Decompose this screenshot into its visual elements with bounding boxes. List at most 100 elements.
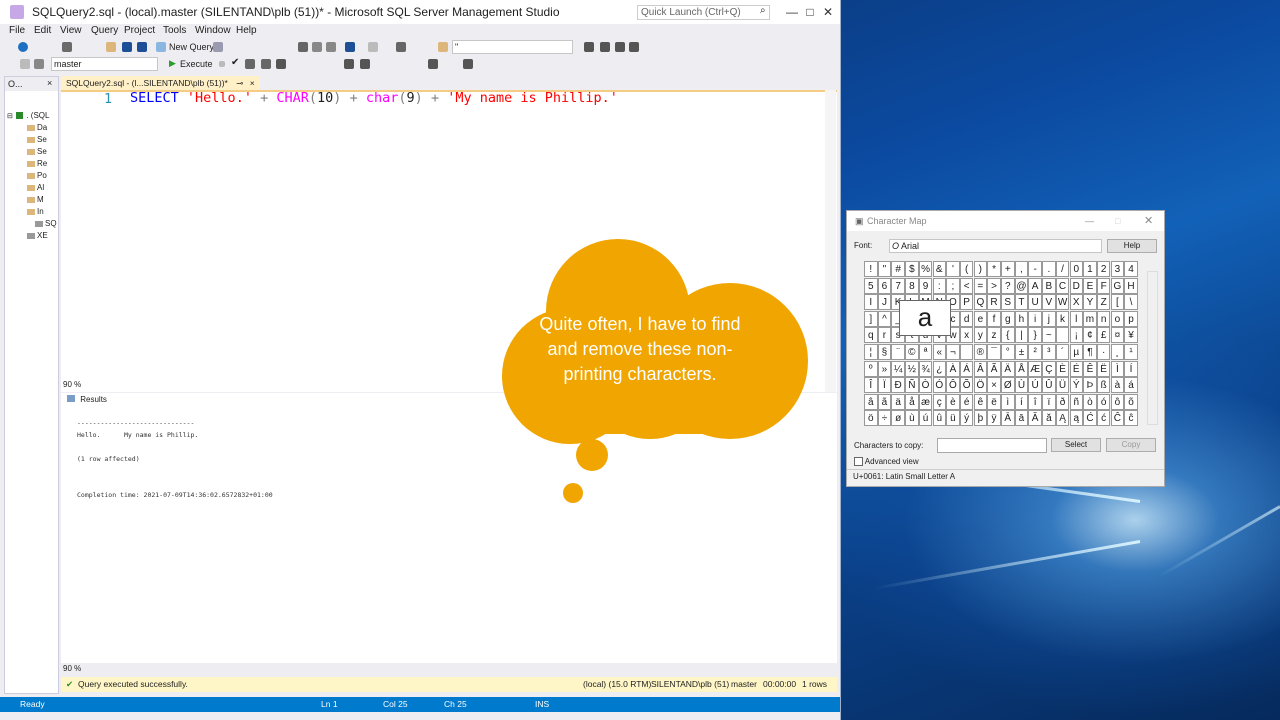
menu-project[interactable]: Project [124, 25, 155, 36]
menu-view[interactable]: View [60, 25, 82, 36]
character-cell[interactable]: Â [973, 360, 988, 377]
parse-icon[interactable]: ✔ [231, 57, 239, 68]
query-designer-icon[interactable] [261, 59, 271, 69]
character-cell[interactable]: " [877, 261, 892, 277]
specify-values-icon[interactable] [463, 59, 473, 69]
character-cell[interactable]: Õ [959, 377, 974, 394]
character-cell[interactable]: p [1124, 310, 1138, 327]
template-icon[interactable] [629, 42, 639, 52]
database-select[interactable]: master [51, 57, 158, 71]
character-cell[interactable]: Å [1014, 360, 1029, 377]
character-cell[interactable]: « [932, 344, 946, 360]
menu-help[interactable]: Help [236, 25, 257, 36]
character-cell[interactable]: I [864, 294, 878, 311]
new-query-button[interactable]: New Query [169, 42, 214, 52]
character-cell[interactable]: ý [959, 410, 974, 427]
tree-item[interactable]: XE [27, 230, 48, 242]
select-button[interactable]: Select [1051, 438, 1101, 452]
character-cell[interactable]: ß [1096, 377, 1111, 394]
character-cell[interactable]: ¤ [1110, 327, 1125, 344]
cancel-query-icon[interactable] [219, 61, 225, 67]
chars-to-copy-input[interactable] [937, 438, 1047, 453]
find-in-files-icon[interactable] [438, 42, 448, 52]
character-cell[interactable]: A [1028, 277, 1042, 294]
tree-item[interactable]: SQ [35, 218, 57, 230]
character-cell[interactable]: B [1042, 277, 1056, 294]
character-cell[interactable]: r [877, 327, 892, 344]
character-cell[interactable]: * [987, 261, 1001, 277]
character-cell[interactable]: æ [918, 393, 933, 410]
character-cell[interactable]: i [1028, 310, 1042, 327]
character-cell[interactable]: E [1083, 277, 1097, 294]
copy-button[interactable]: Copy [1106, 438, 1156, 452]
character-cell[interactable]: ® [973, 344, 988, 360]
character-cell[interactable]: 1 [1083, 261, 1097, 277]
character-cell[interactable]: ³ [1042, 344, 1056, 360]
character-cell[interactable]: 5 [864, 277, 878, 294]
character-cell[interactable]: ± [1014, 344, 1029, 360]
character-cell[interactable]: ? [1001, 277, 1015, 294]
editor-zoom-select[interactable]: 90 % [63, 380, 81, 389]
menu-query[interactable]: Query [91, 25, 118, 36]
font-select[interactable]: O Arial [889, 239, 1102, 253]
query-icon[interactable] [213, 42, 223, 52]
character-cell[interactable]: Æ [1028, 360, 1042, 377]
character-cell[interactable]: 7 [891, 277, 905, 294]
character-cell[interactable]: G [1110, 277, 1125, 294]
character-cell[interactable]: , [1014, 261, 1029, 277]
indent-icon[interactable] [428, 59, 438, 69]
character-cell[interactable]: â [864, 393, 878, 410]
character-cell[interactable]: 8 [905, 277, 919, 294]
comment-icon[interactable] [344, 59, 354, 69]
open-file-icon[interactable] [106, 42, 116, 52]
character-cell[interactable]: É [1069, 360, 1083, 377]
character-cell[interactable]: - [1028, 261, 1042, 277]
tab-sqlquery2[interactable]: SQLQuery2.sql - (l...SILENTAND\plb (51))… [61, 76, 260, 90]
character-cell[interactable]: Ù [1014, 377, 1029, 394]
character-cell[interactable]: ( [959, 261, 974, 277]
undo-icon[interactable] [345, 42, 355, 52]
character-cell[interactable]: á [1124, 377, 1138, 394]
properties-icon[interactable] [584, 42, 594, 52]
character-cell[interactable]: y [973, 327, 988, 344]
character-cell[interactable]: ; [946, 277, 960, 294]
character-cell[interactable]: 4 [1124, 261, 1138, 277]
character-cell[interactable]: m [1083, 310, 1097, 327]
pin-icon[interactable]: ⊸ [236, 78, 243, 88]
character-cell[interactable]: Ë [1096, 360, 1111, 377]
character-cell[interactable]: ­ [959, 344, 974, 360]
advanced-view-option[interactable]: Advanced view [854, 457, 919, 467]
connect-icon[interactable] [20, 59, 30, 69]
tree-item[interactable]: Po [27, 170, 47, 182]
character-cell[interactable]: Ø [1001, 377, 1015, 394]
character-cell[interactable]: Þ [1083, 377, 1097, 394]
paste-icon[interactable] [326, 42, 336, 52]
character-cell[interactable]: } [1028, 327, 1042, 344]
character-cell[interactable]: ä [891, 393, 905, 410]
character-cell[interactable]: ì [1001, 393, 1015, 410]
uncomment-icon[interactable] [360, 59, 370, 69]
character-cell[interactable]: À [946, 360, 960, 377]
character-cell[interactable]: { [1001, 327, 1015, 344]
tree-item[interactable]: Se [27, 134, 47, 146]
character-cell[interactable]: à [1110, 377, 1125, 394]
character-cell[interactable]: o [1110, 310, 1125, 327]
character-cell[interactable]: Í [1124, 360, 1138, 377]
character-cell[interactable]: j [1042, 310, 1056, 327]
minimize-button[interactable]: — [1085, 211, 1094, 231]
character-cell[interactable]: Ö [973, 377, 988, 394]
character-cell[interactable]: ¼ [891, 360, 905, 377]
character-cell[interactable]: ā [1014, 410, 1029, 427]
character-cell[interactable]: J [877, 294, 892, 311]
character-cell[interactable]: R [987, 294, 1001, 311]
execute-button[interactable]: Execute [180, 59, 213, 69]
results-zoom-select[interactable]: 90 % [63, 664, 81, 673]
character-cell[interactable]: ê [973, 393, 988, 410]
character-cell[interactable]: q [864, 327, 878, 344]
character-cell[interactable]: Ä [1001, 360, 1015, 377]
character-cell[interactable]: + [1001, 261, 1015, 277]
character-cell[interactable]: º [864, 360, 878, 377]
character-cell[interactable]: ¨ [891, 344, 905, 360]
copy-icon[interactable] [312, 42, 322, 52]
character-cell[interactable]: ú [918, 410, 933, 427]
